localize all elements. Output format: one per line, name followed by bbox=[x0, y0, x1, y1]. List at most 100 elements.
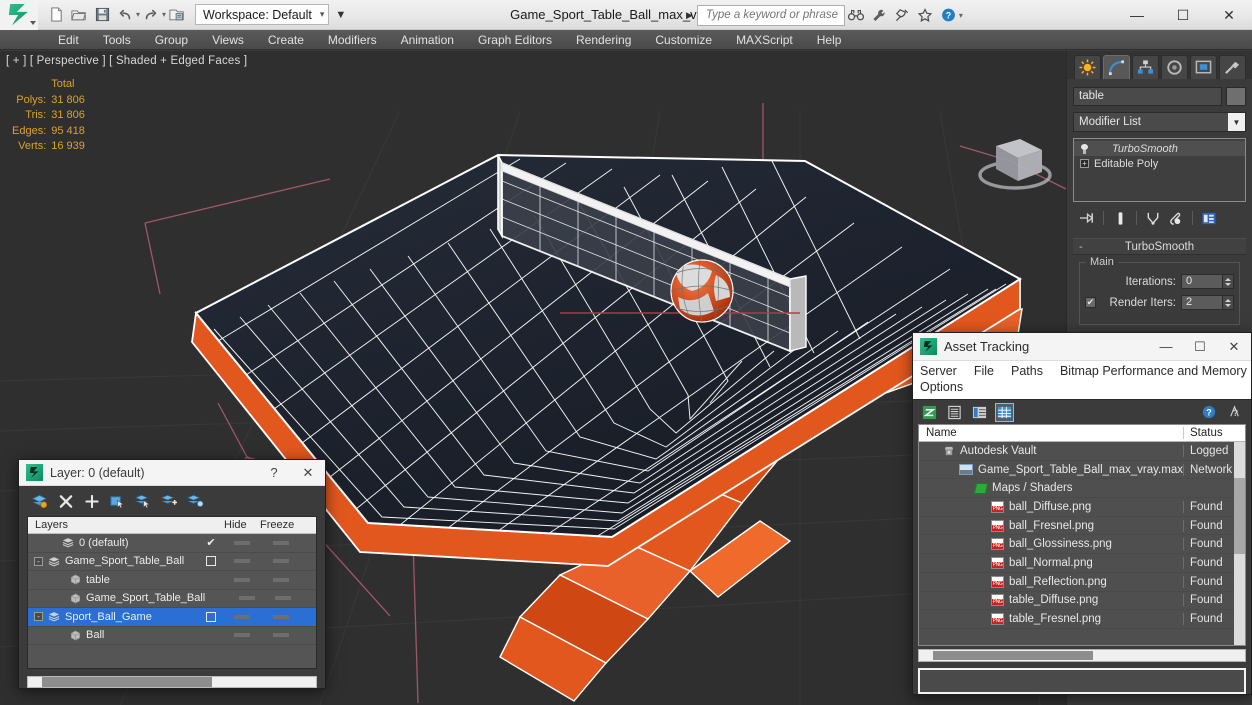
layer-freeze-cell[interactable] bbox=[260, 559, 302, 564]
help-icon[interactable]: ? bbox=[937, 4, 960, 26]
layer-row[interactable]: Ball bbox=[28, 627, 316, 645]
freeze-dash-icon[interactable] bbox=[273, 614, 289, 619]
layer-hide-cell[interactable] bbox=[230, 596, 264, 601]
check-icon[interactable]: ✔ bbox=[206, 536, 215, 549]
asset-name-cell[interactable]: PNG ball_Fresnel.png bbox=[919, 519, 1183, 532]
layer-hide-cell[interactable] bbox=[224, 540, 260, 545]
lightbulb-icon[interactable] bbox=[1080, 143, 1089, 154]
search-box[interactable] bbox=[696, 4, 845, 26]
asset-row[interactable]: Game_Sport_Table_Ball_max_vray.max Networ… bbox=[919, 461, 1245, 480]
asset-close-button[interactable]: ✕ bbox=[1217, 333, 1251, 361]
asset-maximize-button[interactable]: ☐ bbox=[1183, 333, 1217, 361]
plus-box-icon[interactable]: + bbox=[1080, 159, 1089, 168]
layer-hide-cell[interactable] bbox=[224, 633, 260, 638]
layer-rows[interactable]: 0 (default) ✔ - Game_Sport_Table_Ball table G… bbox=[28, 534, 316, 668]
asset-row[interactable]: PNG ball_Reflection.png Found bbox=[919, 573, 1245, 592]
project-folder-icon[interactable] bbox=[166, 4, 188, 26]
minimize-button[interactable]: — bbox=[1114, 0, 1160, 30]
satellite-icon[interactable] bbox=[891, 4, 914, 26]
asset-row[interactable]: Autodesk Vault Logged bbox=[919, 442, 1245, 461]
layer-dialog[interactable]: Layer: 0 (default) ? ✕ Layers Hide Freez… bbox=[18, 459, 326, 689]
layer-row[interactable]: Game_Sport_Table_Ball bbox=[28, 590, 316, 608]
modifier-list-dropdown[interactable]: Modifier List ▼ bbox=[1073, 112, 1246, 132]
spinner[interactable]: 2 bbox=[1181, 295, 1234, 310]
pin-stack-icon[interactable] bbox=[1077, 209, 1097, 227]
collapse-icon[interactable]: - bbox=[1079, 241, 1083, 253]
current-layer-checkbox[interactable] bbox=[206, 556, 216, 567]
open-file-icon[interactable] bbox=[68, 4, 90, 26]
utilities-tab[interactable] bbox=[1219, 54, 1246, 79]
scrollbar-thumb[interactable] bbox=[1234, 478, 1245, 554]
spinner-arrows[interactable] bbox=[1223, 274, 1234, 289]
rollout-header[interactable]: - TurboSmooth bbox=[1073, 239, 1246, 255]
menu-item-rendering[interactable]: Rendering bbox=[564, 30, 643, 50]
layer-name-cell[interactable]: Ball bbox=[28, 629, 198, 641]
hide-dash-icon[interactable] bbox=[238, 596, 255, 601]
layer-hide-cell[interactable] bbox=[224, 577, 260, 582]
search-expand-icon[interactable]: ▶ bbox=[686, 10, 693, 21]
spinner[interactable]: 0 bbox=[1181, 274, 1234, 289]
hide-dash-icon[interactable] bbox=[234, 540, 250, 545]
configure-modifier-sets-icon[interactable] bbox=[1199, 209, 1219, 227]
hide-dash-icon[interactable] bbox=[234, 577, 250, 582]
menu-item-animation[interactable]: Animation bbox=[389, 30, 466, 50]
menu-item-help[interactable]: Help bbox=[805, 30, 854, 50]
hide-dash-icon[interactable] bbox=[234, 633, 250, 638]
motion-tab[interactable] bbox=[1161, 54, 1188, 79]
asset-menu-server[interactable]: Server bbox=[920, 363, 966, 379]
chevron-down-icon[interactable]: ▼ bbox=[1228, 113, 1245, 131]
grid-view-icon[interactable] bbox=[995, 402, 1014, 422]
asset-minimize-button[interactable]: — bbox=[1149, 333, 1183, 361]
asset-rows[interactable]: Autodesk Vault Logged Game_Sport_Table_Bal… bbox=[919, 442, 1245, 645]
layer-settings-icon[interactable] bbox=[187, 493, 204, 510]
layer-current-cell[interactable] bbox=[198, 556, 224, 567]
asset-name-cell[interactable]: PNG ball_Diffuse.png bbox=[919, 500, 1183, 513]
chevron-down-icon[interactable] bbox=[30, 20, 36, 25]
binoculars-icon[interactable] bbox=[845, 4, 868, 26]
spinner-arrows[interactable] bbox=[1223, 295, 1234, 310]
workspace-menu-icon[interactable]: ▼ bbox=[335, 9, 346, 21]
freeze-dash-icon[interactable] bbox=[273, 540, 289, 545]
layer-row[interactable]: 0 (default) ✔ bbox=[28, 534, 316, 553]
asset-row[interactable]: PNG ball_Fresnel.png Found bbox=[919, 517, 1245, 536]
select-highlighted-layer-icon[interactable] bbox=[135, 493, 152, 510]
search-input[interactable] bbox=[703, 8, 844, 22]
asset-row[interactable]: Maps / Shaders bbox=[919, 479, 1245, 499]
viewport-label[interactable]: [ + ] [ Perspective ] [ Shaded + Edged F… bbox=[6, 55, 247, 67]
menu-item-edit[interactable]: Edit bbox=[46, 30, 91, 50]
close-button[interactable]: ✕ bbox=[1206, 0, 1252, 30]
spinner-value[interactable]: 2 bbox=[1181, 295, 1223, 310]
delete-layer-icon[interactable] bbox=[57, 493, 74, 510]
freeze-dash-icon[interactable] bbox=[275, 596, 292, 601]
select-objects-in-layer-icon[interactable] bbox=[109, 493, 126, 510]
layer-freeze-cell[interactable] bbox=[260, 577, 302, 582]
layer-name-cell[interactable]: - Game_Sport_Table_Ball bbox=[28, 555, 198, 567]
wrench-icon[interactable] bbox=[868, 4, 891, 26]
asset-name-cell[interactable]: PNG ball_Reflection.png bbox=[919, 575, 1183, 588]
menu-item-group[interactable]: Group bbox=[143, 30, 200, 50]
new-layer-icon[interactable] bbox=[31, 493, 48, 510]
asset-row[interactable]: PNG table_Diffuse.png Found bbox=[919, 592, 1245, 611]
remove-modifier-icon[interactable] bbox=[1166, 209, 1186, 227]
layer-current-cell[interactable] bbox=[198, 611, 224, 622]
modifier-stack-item[interactable]: TurboSmooth bbox=[1074, 141, 1245, 156]
modifier-stack-item[interactable]: + Editable Poly bbox=[1074, 156, 1245, 171]
spinner-value[interactable]: 0 bbox=[1181, 274, 1223, 289]
menu-item-views[interactable]: Views bbox=[200, 30, 256, 50]
freeze-dash-icon[interactable] bbox=[273, 633, 289, 638]
hierarchy-tab[interactable] bbox=[1132, 54, 1159, 79]
expander-icon[interactable]: - bbox=[34, 556, 43, 566]
layer-freeze-cell[interactable] bbox=[260, 633, 302, 638]
workspace-chevron-icon[interactable]: ▾ bbox=[320, 9, 325, 20]
expander-icon[interactable]: - bbox=[34, 612, 43, 622]
display-tab[interactable] bbox=[1190, 54, 1217, 79]
add-selection-to-layer-icon[interactable] bbox=[161, 493, 178, 510]
new-file-icon[interactable] bbox=[45, 4, 67, 26]
detail-view-icon[interactable] bbox=[971, 404, 988, 421]
freeze-dash-icon[interactable] bbox=[273, 559, 289, 564]
asset-menu-options[interactable]: Options bbox=[920, 379, 972, 395]
layer-name-cell[interactable]: Game_Sport_Table_Ball bbox=[28, 592, 205, 604]
asset-menu-paths[interactable]: Paths bbox=[1011, 363, 1052, 379]
asset-name-cell[interactable]: Autodesk Vault bbox=[919, 445, 1183, 457]
layer-freeze-cell[interactable] bbox=[263, 596, 302, 601]
